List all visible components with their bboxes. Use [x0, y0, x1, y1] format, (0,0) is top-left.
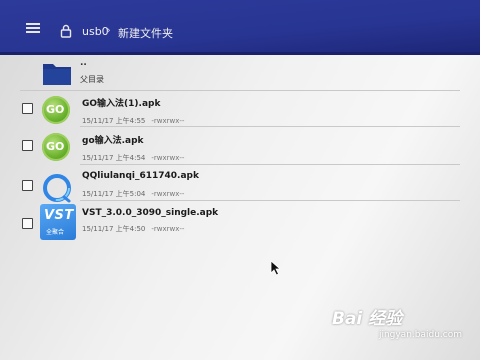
breadcrumb-current-folder[interactable]: 新建文件夹: [118, 25, 173, 41]
file-date: 15/11/17 上午5:04: [82, 190, 146, 198]
row-checkbox[interactable]: [22, 103, 33, 114]
file-date: 15/11/17 上午4:54: [82, 154, 146, 162]
file-meta: 15/11/17 上午4:55 -rwxrwx--: [82, 116, 184, 126]
parent-directory-label: 父目录: [80, 75, 104, 84]
file-meta: 15/11/17 上午5:04 -rwxrwx--: [82, 189, 184, 199]
folder-icon: [43, 64, 71, 85]
file-permissions: -rwxrwx--: [151, 225, 185, 233]
file-permissions: -rwxrwx--: [151, 154, 185, 162]
breadcrumb-separator: ›: [106, 23, 111, 37]
divider: [80, 126, 460, 127]
watermark-logo: Bai 经验: [332, 309, 403, 329]
row-checkbox[interactable]: [22, 140, 33, 151]
file-meta: 15/11/17 上午4:54 -rwxrwx--: [82, 153, 184, 163]
file-permissions: -rwxrwx--: [151, 190, 185, 198]
divider: [80, 164, 460, 165]
mouse-cursor-icon: [270, 260, 282, 276]
file-name: go输入法.apk: [82, 136, 144, 146]
file-date: 15/11/17 上午4:55: [82, 117, 146, 125]
file-name: VST_3.0.0_3090_single.apk: [82, 208, 219, 218]
divider: [80, 200, 460, 201]
qq-browser-icon: [43, 174, 71, 203]
baidu-watermark: Bai 经验 jingyan.baidu.com: [332, 304, 462, 344]
row-checkbox[interactable]: [22, 180, 33, 191]
parent-dots: ..: [80, 58, 87, 68]
go-app-icon: GO: [42, 133, 70, 161]
menu-icon[interactable]: [26, 23, 40, 33]
row-checkbox[interactable]: [22, 218, 33, 229]
lock-icon[interactable]: [59, 24, 73, 38]
file-date: 15/11/17 上午4:50: [82, 225, 146, 233]
top-app-bar: usb0 › 新建文件夹: [0, 0, 480, 55]
file-permissions: -rwxrwx--: [151, 117, 185, 125]
go-app-icon: GO: [42, 96, 70, 124]
file-name: QQliulanqi_611740.apk: [82, 171, 199, 181]
file-meta: 15/11/17 上午4:50 -rwxrwx--: [82, 224, 184, 234]
watermark-site: jingyan.baidu.com: [378, 330, 462, 340]
vst-app-icon: VST 全聚合: [40, 204, 76, 240]
file-name: GO输入法(1).apk: [82, 99, 161, 109]
breadcrumb-root[interactable]: usb0: [82, 25, 109, 38]
divider: [20, 90, 460, 91]
